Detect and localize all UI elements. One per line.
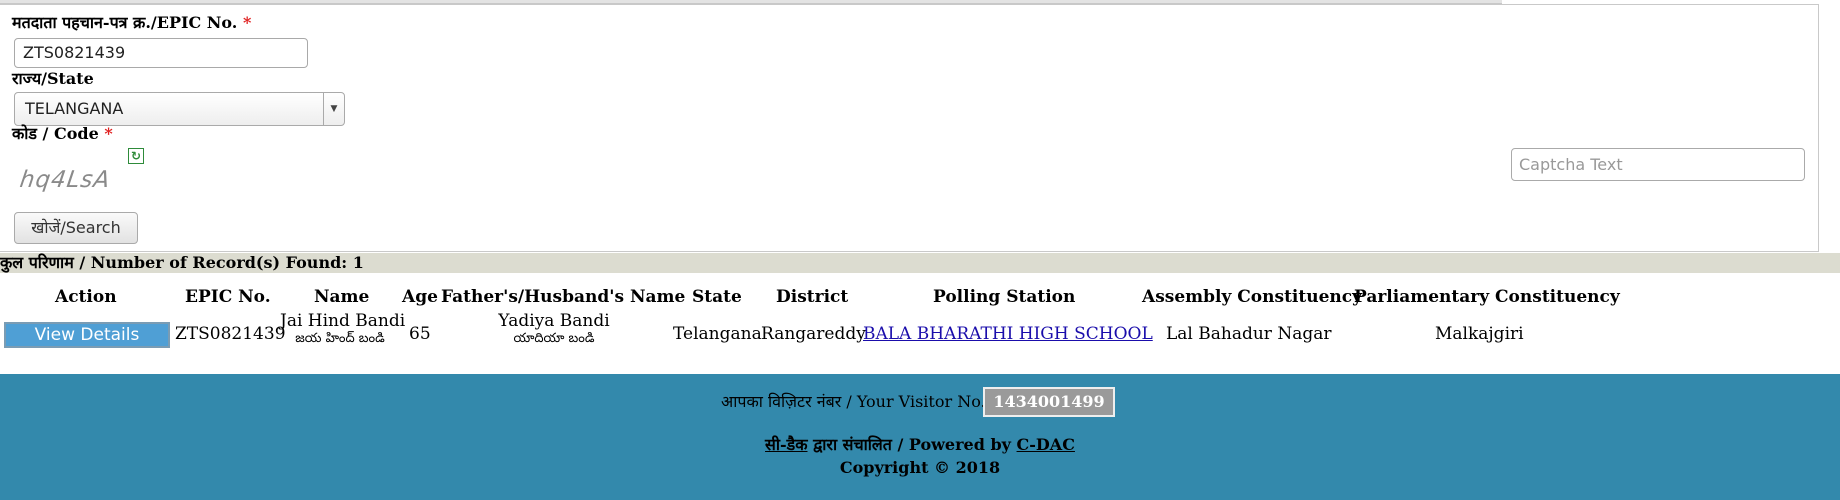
state-label: राज्य/State: [12, 69, 94, 88]
powered-by: सी-डैक द्वारा संचालित / Powered by C-DAC: [0, 435, 1840, 455]
captcha-image: hq4LsA: [18, 167, 113, 193]
relative-english: Yadiya Bandi: [498, 311, 610, 331]
cell-age: 65: [409, 324, 431, 344]
name-telugu: జయ హింద్ బండి: [295, 331, 385, 346]
copyright: Copyright © 2018: [839, 458, 1001, 477]
cell-name: Jai Hind Bandi జయ హింద్ బండి: [280, 311, 405, 347]
header-age: Age: [402, 287, 438, 307]
required-mark: *: [104, 124, 113, 143]
captcha-input[interactable]: Captcha Text: [1511, 148, 1805, 181]
view-details-button[interactable]: View Details: [4, 322, 170, 348]
name-english: Jai Hind Bandi: [280, 311, 406, 331]
header-epic: EPIC No.: [185, 287, 271, 307]
header-relative: Father's/Husband's Name: [441, 287, 686, 307]
header-action: Action: [55, 287, 117, 307]
header-assembly: Assembly Constituency: [1142, 287, 1363, 307]
state-select-value: TELANGANA: [25, 99, 124, 118]
header-name: Name: [314, 287, 370, 307]
header-state: State: [692, 287, 742, 307]
relative-telugu: యాదియా బండి: [513, 331, 595, 346]
epic-label: मतदाता पहचान-पत्र क्र./EPIC No. *: [12, 13, 252, 32]
header-parliamentary: Parliamentary Constituency: [1354, 287, 1620, 307]
cell-relative: Yadiya Bandi యాదియా బండి: [480, 311, 628, 347]
cell-parliamentary: Malkajgiri: [1435, 324, 1524, 344]
epic-input[interactable]: ZTS0821439: [14, 38, 308, 68]
cell-district: Rangareddy: [761, 324, 866, 344]
required-mark: *: [242, 13, 252, 32]
cdac-link[interactable]: C-DAC: [1017, 435, 1075, 454]
cdac-hindi-link[interactable]: सी-डैक: [765, 435, 807, 454]
chevron-down-icon: ▼: [323, 93, 344, 125]
header-district: District: [776, 287, 849, 307]
state-select[interactable]: TELANGANA ▼: [14, 92, 345, 126]
visitor-count: 1434001499: [983, 387, 1115, 417]
header-polling: Polling Station: [933, 287, 1076, 307]
records-found-bar: कुल परिणाम / Number of Record(s) Found: …: [0, 253, 1840, 273]
search-form: मतदाता पहचान-पत्र क्र./EPIC No. * ZTS082…: [0, 4, 1819, 252]
cell-state: Telangana: [673, 324, 762, 344]
refresh-icon[interactable]: ↻: [128, 148, 144, 164]
search-button[interactable]: खोजें/Search: [14, 212, 138, 244]
visitor-label: आपका विज़िटर नंबर / Your Visitor No.: [721, 392, 986, 411]
powered-by-text: द्वारा संचालित / Powered by: [807, 435, 1017, 454]
polling-station-link[interactable]: BALA BHARATHI HIGH SCHOOL: [863, 324, 1153, 344]
cell-assembly: Lal Bahadur Nagar: [1166, 324, 1332, 344]
cell-epic: ZTS0821439: [175, 324, 286, 344]
code-label: कोड / Code *: [12, 124, 113, 143]
